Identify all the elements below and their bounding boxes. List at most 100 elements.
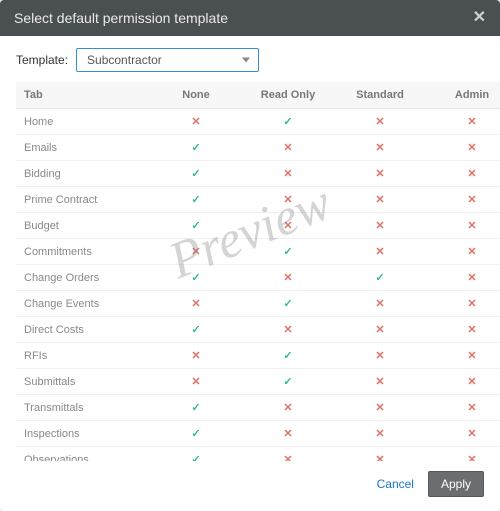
check-icon: ✓ <box>191 141 200 154</box>
cross-icon: ✕ <box>467 297 476 310</box>
row-tab-label: Bidding <box>16 161 150 187</box>
row-tab-label: Submittals <box>16 369 150 395</box>
check-icon: ✓ <box>283 245 292 258</box>
table-row: Emails ✓ ✕ ✕ ✕ <box>16 135 500 161</box>
permissions-table: Tab None Read Only Standard Admin Home ✕ ✓… <box>16 82 500 461</box>
cross-icon: ✕ <box>283 219 292 232</box>
cross-icon: ✕ <box>283 141 292 154</box>
cross-icon: ✕ <box>375 349 384 362</box>
cross-icon: ✕ <box>375 401 384 414</box>
cross-icon: ✕ <box>375 245 384 258</box>
cross-icon: ✕ <box>283 401 292 414</box>
table-row: Observations ✓ ✕ ✕ ✕ <box>16 447 500 462</box>
cross-icon: ✕ <box>191 115 200 128</box>
cross-icon: ✕ <box>467 453 476 461</box>
table-row: Transmittals ✓ ✕ ✕ ✕ <box>16 395 500 421</box>
close-icon[interactable]: ✕ <box>473 10 486 26</box>
cross-icon: ✕ <box>467 375 476 388</box>
check-icon: ✓ <box>283 297 292 310</box>
table-row: Submittals✕✓✕✕ <box>16 369 500 395</box>
template-select-value: Subcontractor <box>87 53 162 67</box>
row-tab-label: Observations <box>16 447 150 462</box>
check-icon: ✓ <box>191 271 200 284</box>
cross-icon: ✕ <box>375 141 384 154</box>
check-icon: ✓ <box>191 401 200 414</box>
row-tab-label: Prime Contract <box>16 187 150 213</box>
table-row: Commitments ✕ ✓ ✕ ✕ <box>16 239 500 265</box>
cross-icon: ✕ <box>467 427 476 440</box>
cross-icon: ✕ <box>191 349 200 362</box>
check-icon: ✓ <box>191 167 200 180</box>
cross-icon: ✕ <box>375 453 384 461</box>
row-tab-label: Change Orders <box>16 265 150 291</box>
col-tab: Tab <box>16 82 150 109</box>
cross-icon: ✕ <box>467 193 476 206</box>
col-none: None <box>150 82 242 109</box>
row-tab-label: Inspections <box>16 421 150 447</box>
cross-icon: ✕ <box>283 193 292 206</box>
cross-icon: ✕ <box>283 323 292 336</box>
modal-footer: Cancel Apply <box>0 461 500 511</box>
table-row: Home ✕ ✓ ✕ ✕ <box>16 109 500 135</box>
cross-icon: ✕ <box>467 271 476 284</box>
col-standard: Standard <box>334 82 426 109</box>
check-icon: ✓ <box>375 271 384 284</box>
check-icon: ✓ <box>191 453 200 461</box>
row-tab-label: Commitments <box>16 239 150 265</box>
row-tab-label: Budget <box>16 213 150 239</box>
cross-icon: ✕ <box>283 453 292 461</box>
cross-icon: ✕ <box>375 427 384 440</box>
check-icon: ✓ <box>283 115 292 128</box>
check-icon: ✓ <box>283 349 292 362</box>
modal-title: Select default permission template <box>14 10 228 26</box>
table-row: Inspections ✓ ✕ ✕ ✕ <box>16 421 500 447</box>
table-row: Prime Contract ✓ ✕ ✕ ✕ <box>16 187 500 213</box>
check-icon: ✓ <box>191 427 200 440</box>
cross-icon: ✕ <box>467 401 476 414</box>
modal-body: Template: Subcontractor Tab None Read On… <box>0 36 500 461</box>
cross-icon: ✕ <box>467 115 476 128</box>
row-tab-label: Direct Costs <box>16 317 150 343</box>
cross-icon: ✕ <box>467 349 476 362</box>
row-tab-label: RFIs <box>16 343 150 369</box>
template-select[interactable]: Subcontractor <box>76 48 259 72</box>
template-selector-row: Template: Subcontractor <box>16 48 484 72</box>
permission-template-modal: Select default permission template ✕ Tem… <box>0 0 500 511</box>
col-readonly: Read Only <box>242 82 334 109</box>
cross-icon: ✕ <box>191 297 200 310</box>
row-tab-label: Home <box>16 109 150 135</box>
template-label: Template: <box>16 53 68 67</box>
row-tab-label: Emails <box>16 135 150 161</box>
table-row: Change Events ✕ ✓ ✕ ✕ <box>16 291 500 317</box>
check-icon: ✓ <box>191 193 200 206</box>
cross-icon: ✕ <box>375 115 384 128</box>
row-tab-label: Transmittals <box>16 395 150 421</box>
col-admin: Admin <box>426 82 500 109</box>
cross-icon: ✕ <box>191 245 200 258</box>
table-row: Budget ✓ ✕ ✕ ✕ <box>16 213 500 239</box>
check-icon: ✓ <box>191 323 200 336</box>
modal-header: Select default permission template ✕ <box>0 0 500 36</box>
cross-icon: ✕ <box>467 219 476 232</box>
cross-icon: ✕ <box>467 323 476 336</box>
table-row: Change Orders✓✕✓✕ <box>16 265 500 291</box>
chevron-down-icon <box>242 58 250 63</box>
cross-icon: ✕ <box>283 427 292 440</box>
table-row: Bidding✓✕✕✕ <box>16 161 500 187</box>
cross-icon: ✕ <box>191 375 200 388</box>
cross-icon: ✕ <box>467 167 476 180</box>
row-tab-label: Change Events <box>16 291 150 317</box>
table-header-row: Tab None Read Only Standard Admin <box>16 82 500 109</box>
cross-icon: ✕ <box>375 219 384 232</box>
cross-icon: ✕ <box>467 245 476 258</box>
cross-icon: ✕ <box>467 141 476 154</box>
cross-icon: ✕ <box>375 193 384 206</box>
cross-icon: ✕ <box>375 297 384 310</box>
cancel-button[interactable]: Cancel <box>377 477 414 491</box>
table-row: Direct Costs ✓ ✕ ✕ ✕ <box>16 317 500 343</box>
apply-button[interactable]: Apply <box>428 471 484 497</box>
cross-icon: ✕ <box>375 323 384 336</box>
cross-icon: ✕ <box>375 375 384 388</box>
cross-icon: ✕ <box>283 167 292 180</box>
check-icon: ✓ <box>191 219 200 232</box>
